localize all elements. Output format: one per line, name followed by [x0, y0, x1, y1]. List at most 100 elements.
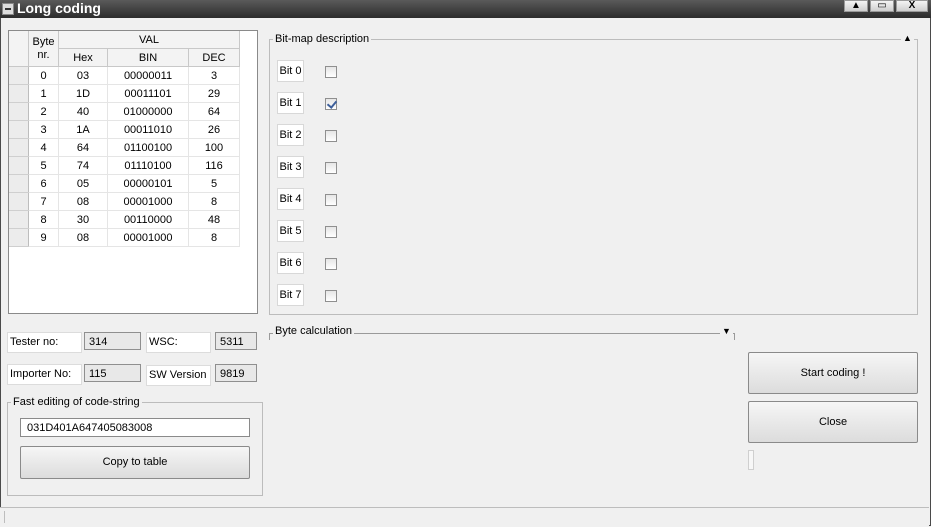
hex-cell[interactable]: 40 [58, 102, 108, 121]
hex-cell[interactable]: 08 [58, 192, 108, 211]
byte-cell[interactable]: 7 [28, 192, 59, 211]
hex-cell[interactable]: 03 [58, 66, 108, 85]
bit-checkbox[interactable] [325, 66, 337, 78]
status-bar [0, 507, 929, 526]
expand-triangle-down-icon[interactable]: ▼ [720, 326, 733, 336]
bin-cell[interactable]: 00000101 [107, 174, 189, 193]
row-selector [9, 138, 29, 157]
bin-cell[interactable]: 01110100 [107, 156, 189, 175]
triangle-up-icon: ▲ [851, 0, 861, 11]
table-row[interactable]: 4 64 01100100 100 [9, 138, 240, 157]
row-selector-header [9, 31, 29, 67]
bit-checkbox[interactable] [325, 162, 337, 174]
title-bar: Long coding ▲ ▭ X [0, 0, 931, 18]
byte-calc-edge-left [269, 333, 270, 340]
collapse-triangle-up-icon[interactable]: ▲ [901, 33, 914, 43]
hex-cell[interactable]: 05 [58, 174, 108, 193]
bit-label: Bit 6 [277, 252, 304, 274]
bit-label: Bit 5 [277, 220, 304, 242]
row-selector [9, 192, 29, 211]
dec-cell[interactable]: 100 [188, 138, 240, 157]
byte-cell[interactable]: 8 [28, 210, 59, 229]
tester-value: 314 [84, 332, 141, 350]
hex-cell[interactable]: 74 [58, 156, 108, 175]
row-selector [9, 120, 29, 139]
row-selector [9, 102, 29, 121]
wsc-value: 5311 [215, 332, 257, 350]
bin-cell[interactable]: 00011010 [107, 120, 189, 139]
importer-value: 115 [84, 364, 141, 382]
table-row[interactable]: 7 08 00001000 8 [9, 192, 240, 211]
dec-cell[interactable]: 3 [188, 66, 240, 85]
table-row[interactable]: 9 08 00001000 8 [9, 228, 240, 247]
hex-cell[interactable]: 1A [58, 120, 108, 139]
close-button[interactable]: Close [748, 401, 918, 443]
byte-cell[interactable]: 4 [28, 138, 59, 157]
byte-cell[interactable]: 9 [28, 228, 59, 247]
byte-cell[interactable]: 3 [28, 120, 59, 139]
byte-cell[interactable]: 2 [28, 102, 59, 121]
byte-calc-title: Byte calculation [273, 325, 355, 337]
dec-cell[interactable]: 29 [188, 84, 240, 103]
byte-cell[interactable]: 1 [28, 84, 59, 103]
bit-checkbox[interactable] [325, 290, 337, 302]
bit-checkbox[interactable] [325, 130, 337, 142]
table-row[interactable]: 1 1D 00011101 29 [9, 84, 240, 103]
dec-cell[interactable]: 5 [188, 174, 240, 193]
bin-cell[interactable]: 00011101 [107, 84, 189, 103]
restore-button[interactable]: ▭ [870, 0, 894, 12]
table-row[interactable]: 8 30 00110000 48 [9, 210, 240, 229]
table-row[interactable]: 6 05 00000101 5 [9, 174, 240, 193]
byte-table[interactable]: Byte nr. VAL Hex BIN DEC 0 03 00000011 3 1 1D… [8, 30, 258, 314]
table-row[interactable]: 2 40 01000000 64 [9, 102, 240, 121]
status-divider [4, 511, 5, 523]
dec-cell[interactable]: 8 [188, 192, 240, 211]
byte-grid: Byte nr. VAL Hex BIN DEC 0 03 00000011 3 1 1D… [9, 31, 240, 247]
dec-cell[interactable]: 116 [188, 156, 240, 175]
close-icon: X [908, 0, 916, 11]
byte-cell[interactable]: 5 [28, 156, 59, 175]
bin-cell[interactable]: 00001000 [107, 228, 189, 247]
start-coding-button[interactable]: Start coding ! [748, 352, 918, 394]
hex-header: Hex [58, 48, 108, 67]
row-selector [9, 174, 29, 193]
copy-to-table-button[interactable]: Copy to table [20, 446, 250, 479]
code-string-input[interactable]: 031D401A647405083008 [20, 418, 250, 437]
tester-label: Tester no: [7, 332, 82, 353]
system-menu-icon[interactable] [2, 3, 14, 15]
byte-calc-edge [734, 333, 735, 340]
bin-cell[interactable]: 00001000 [107, 192, 189, 211]
dec-cell[interactable]: 48 [188, 210, 240, 229]
dec-cell[interactable]: 8 [188, 228, 240, 247]
bin-cell[interactable]: 01100100 [107, 138, 189, 157]
minimize-button[interactable]: ▲ [844, 0, 868, 12]
close-window-button[interactable]: X [896, 0, 928, 12]
byte-cell[interactable]: 6 [28, 174, 59, 193]
bit-label: Bit 0 [277, 60, 304, 82]
table-row[interactable]: 5 74 01110100 116 [9, 156, 240, 175]
hex-cell[interactable]: 64 [58, 138, 108, 157]
table-row[interactable]: 3 1A 00011010 26 [9, 120, 240, 139]
bit-label: Bit 3 [277, 156, 304, 178]
row-selector [9, 84, 29, 103]
bin-header: BIN [107, 48, 189, 67]
hex-cell[interactable]: 1D [58, 84, 108, 103]
hex-cell[interactable]: 08 [58, 228, 108, 247]
table-row[interactable]: 0 03 00000011 3 [9, 66, 240, 85]
byte-cell[interactable]: 0 [28, 66, 59, 85]
sw-version-label: SW Version [146, 365, 211, 386]
row-selector [9, 210, 29, 229]
val-header: VAL [58, 31, 240, 49]
bin-cell[interactable]: 01000000 [107, 102, 189, 121]
dec-cell[interactable]: 64 [188, 102, 240, 121]
bit-checkbox[interactable] [325, 258, 337, 270]
bit-checkbox[interactable] [325, 226, 337, 238]
dec-cell[interactable]: 26 [188, 120, 240, 139]
hex-cell[interactable]: 30 [58, 210, 108, 229]
bin-cell[interactable]: 00000011 [107, 66, 189, 85]
window-title: Long coding [17, 0, 101, 16]
bit-checkbox[interactable] [325, 194, 337, 206]
bit-label: Bit 1 [277, 92, 304, 114]
bit-checkbox[interactable] [325, 98, 337, 110]
bin-cell[interactable]: 00110000 [107, 210, 189, 229]
